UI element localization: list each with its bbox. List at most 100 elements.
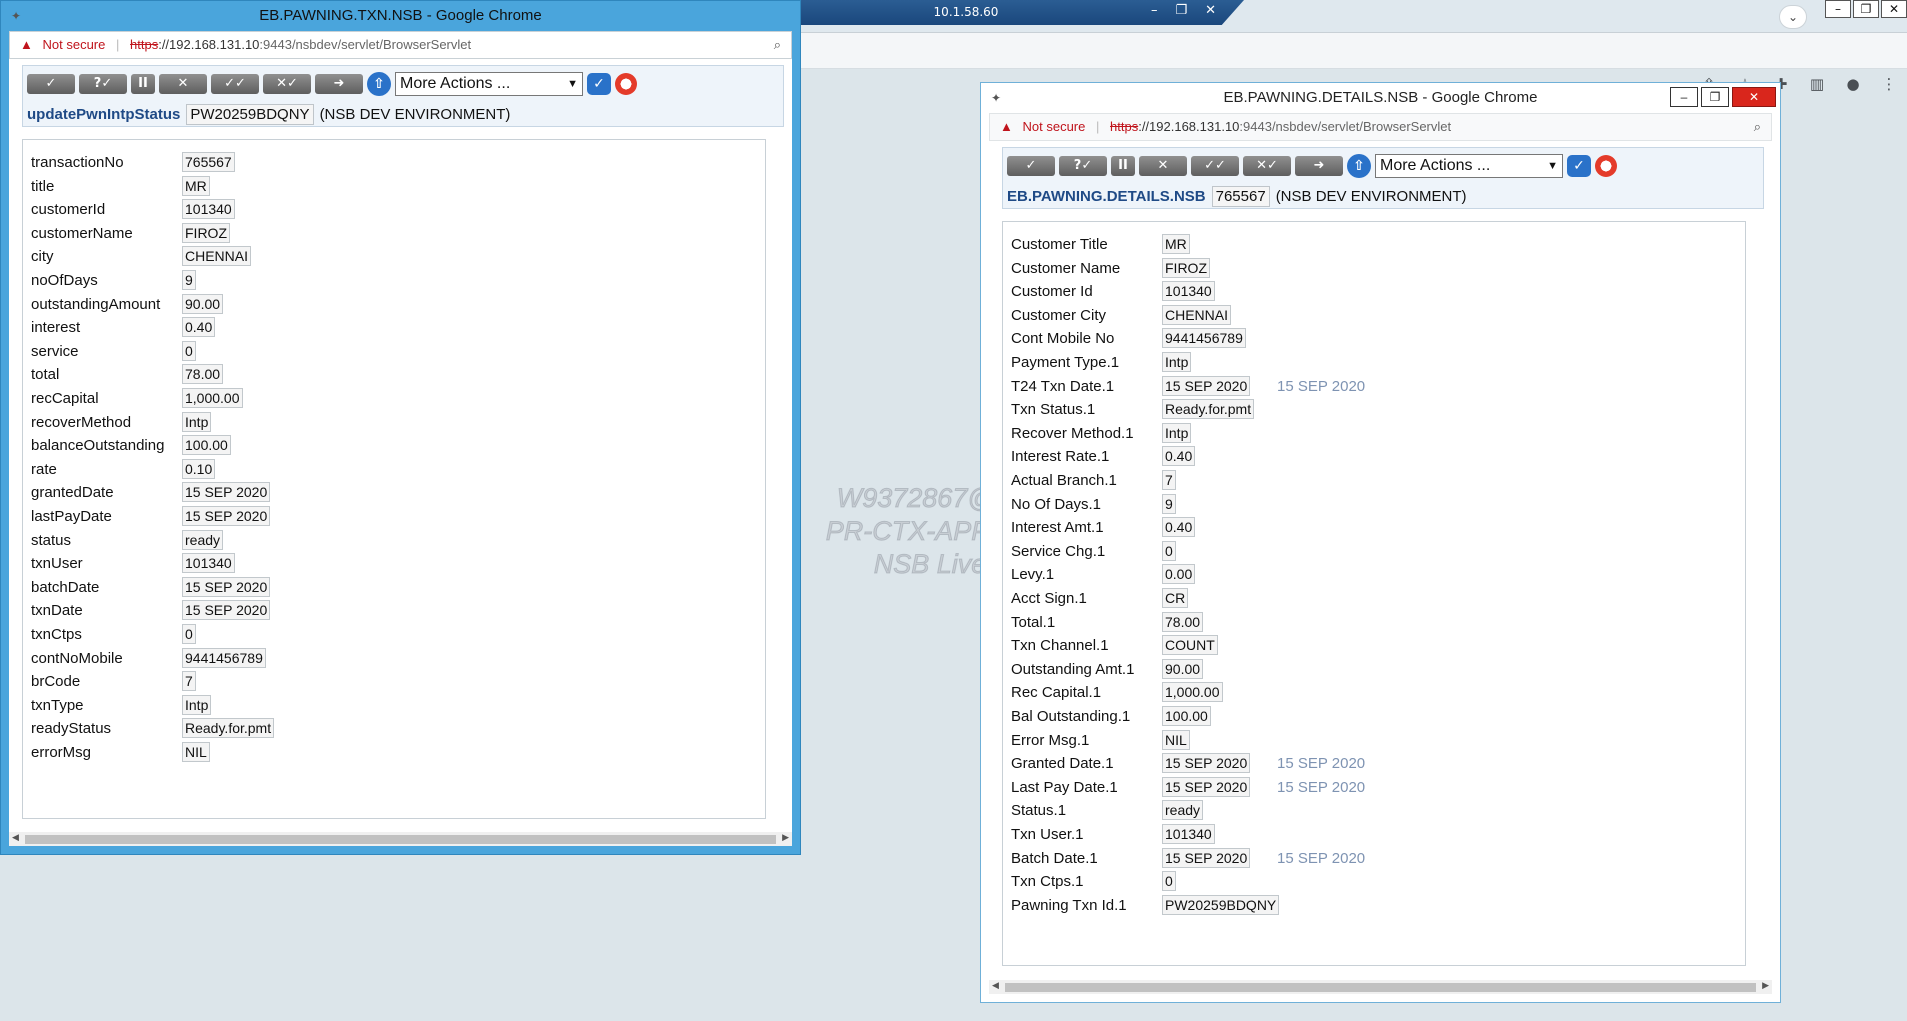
field-label: Customer City [1011, 306, 1107, 324]
upload-icon[interactable]: ⇧ [367, 72, 391, 96]
field-value: 765567 [182, 152, 235, 172]
t24-toolbar: ✓ ?✓ II ✕ ✓✓ ✕✓ ➜ ⇧ More Actions ... ▼ ✓ [27, 72, 637, 96]
more-actions-select[interactable]: More Actions ... ▼ [395, 72, 583, 96]
horizontal-scrollbar[interactable]: ◀ ▶ [989, 980, 1772, 994]
zoom-icon[interactable]: ⌕ [774, 32, 781, 58]
go-button[interactable]: ✓ [587, 73, 611, 95]
page-content: ✓ ?✓ II ✕ ✓✓ ✕✓ ➜ ⇧ More Actions ... ▼ ✓… [989, 141, 1772, 994]
field-label: Txn Status.1 [1011, 401, 1096, 419]
field-label: Txn Channel.1 [1011, 637, 1109, 655]
field-value: 90.00 [182, 293, 224, 314]
field-label: No Of Days.1 [1011, 495, 1102, 513]
field-label: Granted Date.1 [1011, 755, 1114, 773]
next-button[interactable]: ➜ [315, 74, 363, 94]
commit-button[interactable]: ✓ [1007, 156, 1055, 176]
zoom-icon[interactable]: ⌕ [1754, 114, 1761, 140]
validate-button[interactable]: ?✓ [1059, 156, 1107, 176]
hold-button[interactable]: II [131, 74, 155, 94]
delete-button[interactable]: ✕ [159, 74, 207, 94]
close-icon[interactable]: ✕ [1205, 3, 1216, 18]
field-label: Outstanding Amt.1 [1011, 660, 1135, 678]
field-value: 7 [182, 671, 196, 692]
minimize-button[interactable]: – [1825, 0, 1851, 18]
field-value: COUNT [1162, 635, 1218, 656]
horizontal-scrollbar[interactable]: ◀ ▶ [9, 832, 792, 846]
scrollbar-thumb[interactable] [1005, 983, 1756, 992]
field-value: 15 SEP 2020 [1162, 753, 1251, 774]
field-label: txnDate [31, 602, 83, 620]
field-value: 9 [182, 270, 196, 290]
field-value: 0.10 [182, 458, 216, 479]
record-form: transactionNo 765567 title MR customerId 1013… [22, 139, 766, 819]
field-value: Intp [1162, 422, 1192, 443]
field-label: status [31, 531, 72, 549]
validate-button[interactable]: ?✓ [79, 74, 127, 94]
field-value: 90.00 [1162, 658, 1204, 679]
help-lifebuoy-icon[interactable] [1595, 155, 1617, 177]
field-label: Last Pay Date.1 [1011, 778, 1118, 796]
details-popup-window: ✦ EB.PAWNING.DETAILS.NSB - Google Chrome… [980, 82, 1781, 1003]
restore-icon[interactable]: ❐ [1175, 3, 1187, 18]
field-enrichment: 15 SEP 2020 [1277, 377, 1366, 395]
field-value: ready [1162, 800, 1204, 821]
close-button[interactable]: ✕ [1881, 0, 1907, 18]
record-id: 765567 [1211, 186, 1270, 207]
field-label: Acct Sign.1 [1011, 590, 1087, 607]
profile-icon[interactable]: ● [1845, 75, 1861, 93]
upload-icon[interactable]: ⇧ [1347, 154, 1371, 178]
field-value: 0.40 [1162, 517, 1196, 538]
field-label: transactionNo [31, 154, 124, 171]
field-label: outstandingAmount [31, 295, 161, 313]
chrome-app-icon: ✦ [991, 91, 1002, 105]
tab-search-button[interactable]: ⌄ [1779, 5, 1807, 29]
url-path: :9443/nsbdev/servlet/BrowserServlet [259, 37, 472, 52]
restore-button[interactable]: ❐ [1853, 0, 1879, 18]
reverse-button[interactable]: ✕✓ [263, 74, 311, 94]
field-label: txnUser [31, 555, 83, 573]
url-path: :9443/nsbdev/servlet/BrowserServlet [1239, 119, 1452, 134]
chrome-app-icon: ✦ [11, 9, 22, 23]
scroll-left-icon[interactable]: ◀ [12, 833, 19, 843]
url-host: ://192.168.131.10 [158, 37, 260, 52]
field-label: customerId [31, 201, 106, 219]
field-value: 9441456789 [182, 647, 266, 668]
address-bar[interactable]: ▲ Not secure | https://192.168.131.10:94… [989, 113, 1772, 141]
field-label: Actual Branch.1 [1011, 472, 1117, 489]
field-value: 0.40 [182, 317, 216, 338]
scroll-left-icon[interactable]: ◀ [992, 981, 999, 991]
minimize-button[interactable]: – [1670, 87, 1698, 107]
field-label: batchDate [31, 578, 100, 596]
side-panel-icon[interactable]: ▥ [1809, 75, 1825, 93]
chevron-down-icon: ⌄ [1787, 10, 1799, 24]
field-value: 7 [1162, 470, 1176, 490]
scroll-right-icon[interactable]: ▶ [782, 833, 789, 843]
commit-button[interactable]: ✓ [27, 74, 75, 94]
field-value: Ready.for.pmt [182, 718, 275, 739]
more-actions-label: More Actions ... [400, 75, 511, 92]
scroll-right-icon[interactable]: ▶ [1762, 981, 1769, 991]
field-value: Ready.for.pmt [1162, 399, 1255, 420]
help-lifebuoy-icon[interactable] [615, 73, 637, 95]
scrollbar-thumb[interactable] [25, 835, 776, 844]
authorise-button[interactable]: ✓✓ [211, 74, 259, 94]
more-actions-select[interactable]: More Actions ... ▼ [1375, 154, 1563, 178]
go-button[interactable]: ✓ [1567, 155, 1591, 177]
menu-icon[interactable]: ⋮ [1881, 75, 1897, 93]
field-label: txnType [31, 696, 84, 714]
minimize-icon[interactable]: – [1151, 3, 1158, 18]
next-button[interactable]: ➜ [1295, 156, 1343, 176]
close-button[interactable]: ✕ [1732, 87, 1776, 107]
field-label: Batch Date.1 [1011, 849, 1098, 867]
field-value: 15 SEP 2020 [1162, 776, 1251, 797]
authorise-button[interactable]: ✓✓ [1191, 156, 1239, 176]
field-value: 15 SEP 2020 [1162, 375, 1251, 396]
field-value: 15 SEP 2020 [182, 506, 271, 526]
reverse-button[interactable]: ✕✓ [1243, 156, 1291, 176]
maximize-button[interactable]: ❐ [1701, 87, 1729, 107]
delete-button[interactable]: ✕ [1139, 156, 1187, 176]
address-bar[interactable]: ▲ Not secure | https://192.168.131.10:94… [9, 31, 792, 59]
field-label: grantedDate [31, 484, 114, 502]
hold-button[interactable]: II [1111, 156, 1135, 176]
field-label: recCapital [31, 390, 99, 407]
field-value: 101340 [182, 553, 235, 574]
